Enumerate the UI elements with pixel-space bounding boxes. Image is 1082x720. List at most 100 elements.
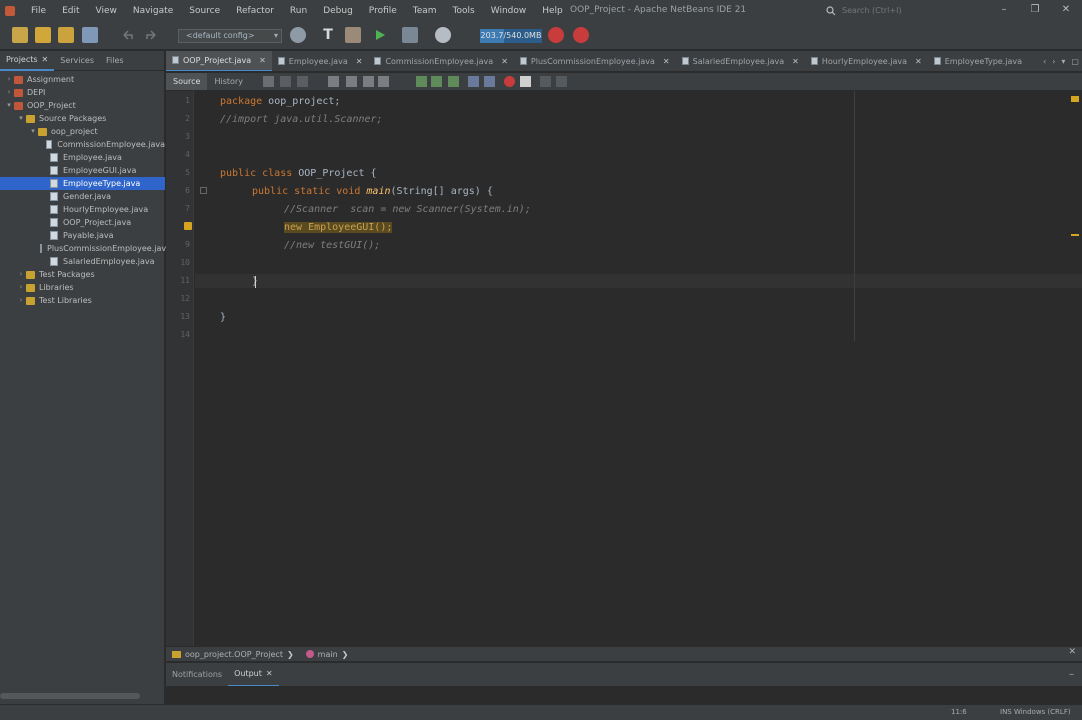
tree-item[interactable]: › DEPI [0, 86, 165, 99]
build-icon[interactable] [345, 27, 361, 43]
menu-item-file[interactable]: File [23, 6, 54, 16]
chevron-right-icon[interactable]: › [16, 268, 26, 281]
menu-item-team[interactable]: Team [405, 6, 445, 16]
menu-item-refactor[interactable]: Refactor [228, 6, 282, 16]
uncomment-icon[interactable] [556, 76, 567, 87]
back-icon[interactable] [280, 76, 291, 87]
tree-item[interactable]: ▾ OOP_Project [0, 99, 165, 112]
search-box[interactable] [826, 3, 942, 18]
chevron-right-icon[interactable]: › [16, 281, 26, 294]
find-selection-icon[interactable] [328, 76, 339, 87]
shift-right-icon[interactable] [484, 76, 495, 87]
scroll-right-icon[interactable]: › [1052, 57, 1055, 66]
close-icon[interactable]: ✕ [915, 57, 922, 66]
close-icon[interactable]: ✕ [663, 57, 670, 66]
undo-icon[interactable] [120, 27, 136, 43]
history-tab[interactable]: History [207, 73, 249, 90]
menu-item-debug[interactable]: Debug [315, 6, 361, 16]
next-bookmark-icon[interactable] [431, 76, 442, 87]
config-select[interactable]: <default config> ▾ [178, 29, 282, 43]
editor-tab[interactable]: SalariedEmployee.java ✕ [676, 51, 805, 71]
chevron-right-icon[interactable]: › [16, 294, 26, 307]
menu-item-edit[interactable]: Edit [54, 6, 87, 16]
editor-tab[interactable]: EmployeeType.java [928, 51, 1028, 71]
scroll-left-icon[interactable]: ‹ [1043, 57, 1046, 66]
breadcrumb-class[interactable]: oop_project.OOP_Project ❯ [166, 650, 300, 659]
caret-position[interactable]: 11:6 [951, 708, 967, 716]
find-next-icon[interactable] [363, 76, 374, 87]
tree-item[interactable]: SalariedEmployee.java [0, 255, 165, 268]
profile-icon[interactable] [435, 27, 451, 43]
chevron-down-icon[interactable]: ▾ [4, 99, 14, 112]
shift-left-icon[interactable] [468, 76, 479, 87]
new-project-icon[interactable] [35, 27, 51, 43]
close-icon[interactable]: ✕ [501, 57, 508, 66]
code-editor[interactable]: 1234567891011121314 package oop_project;… [166, 91, 1082, 646]
chevron-right-icon[interactable]: › [4, 86, 14, 99]
menu-item-profile[interactable]: Profile [361, 6, 405, 16]
error-stripe-status-icon[interactable] [1071, 96, 1079, 102]
tree-item[interactable]: HourlyEmployee.java [0, 203, 165, 216]
forward-icon[interactable] [297, 76, 308, 87]
close-icon[interactable]: ✕ [356, 57, 363, 66]
clean-build-icon[interactable]: T [320, 27, 336, 43]
stop-macro-icon[interactable] [520, 76, 531, 87]
tree-item[interactable]: PlusCommissionEmployee.java [0, 242, 171, 255]
minimize-panel-button[interactable]: – [1069, 669, 1074, 680]
tab-services[interactable]: Services [54, 51, 100, 71]
close-icon[interactable]: ✕ [1068, 647, 1076, 657]
menu-item-tools[interactable]: Tools [445, 6, 483, 16]
maximize-icon[interactable]: ▢ [1071, 57, 1079, 66]
close-icon[interactable]: ✕ [42, 55, 49, 64]
previous-bookmark-icon[interactable] [416, 76, 427, 87]
close-icon[interactable]: ✕ [792, 57, 799, 66]
tree-item[interactable]: CommissionEmployee.java [0, 138, 165, 151]
menu-item-navigate[interactable]: Navigate [125, 6, 181, 16]
close-icon[interactable]: ✕ [266, 669, 273, 678]
last-edit-icon[interactable] [263, 76, 274, 87]
tree-item[interactable]: › Test Libraries [0, 294, 165, 307]
debug-icon[interactable] [402, 27, 418, 43]
start-macro-icon[interactable] [504, 76, 515, 87]
restore-window-button[interactable]: ❐ [1026, 2, 1044, 18]
toggle-bookmark-icon[interactable] [448, 76, 459, 87]
tree-item[interactable]: ▾ oop_project [0, 125, 165, 138]
close-window-button[interactable]: ✕ [1057, 2, 1075, 18]
gc-icon[interactable] [548, 27, 564, 43]
memory-meter[interactable]: 203.7/540.0MB [480, 29, 542, 43]
tree-item[interactable]: Payable.java [0, 229, 165, 242]
menu-item-source[interactable]: Source [181, 6, 228, 16]
menu-item-help[interactable]: Help [534, 6, 571, 16]
editor-tab[interactable]: HourlyEmployee.java ✕ [805, 51, 928, 71]
tab-projects[interactable]: Projects ✕ [0, 51, 55, 71]
toggle-highlight-icon[interactable] [378, 76, 389, 87]
save-all-icon[interactable] [82, 27, 98, 43]
minimize-window-button[interactable]: – [995, 2, 1013, 18]
fold-icon[interactable] [200, 187, 207, 194]
warning-icon[interactable] [184, 222, 192, 230]
tab-list-icon[interactable]: ▾ [1061, 57, 1065, 66]
close-icon[interactable]: ✕ [259, 56, 266, 65]
run-icon[interactable] [372, 27, 388, 43]
chevron-right-icon[interactable]: › [4, 73, 14, 86]
tree-item[interactable]: Gender.java [0, 190, 165, 203]
editor-tab[interactable]: OOP_Project.java ✕ [166, 51, 272, 71]
profile-ide-icon[interactable] [573, 27, 589, 43]
tree-item[interactable]: › Test Packages [0, 268, 165, 281]
tree-item[interactable]: › Libraries [0, 281, 165, 294]
breadcrumb-method[interactable]: main ❯ [300, 650, 355, 659]
open-project-icon[interactable] [58, 27, 74, 43]
tab-files[interactable]: Files [100, 51, 130, 71]
source-tab[interactable]: Source [166, 73, 208, 90]
tree-item[interactable]: EmployeeGUI.java [0, 164, 165, 177]
new-file-icon[interactable] [12, 27, 28, 43]
tab-output[interactable]: Output ✕ [228, 663, 279, 687]
tree-item[interactable]: OOP_Project.java [0, 216, 165, 229]
comment-icon[interactable] [540, 76, 551, 87]
editor-tab[interactable]: Employee.java ✕ [272, 51, 369, 71]
menu-item-view[interactable]: View [88, 6, 125, 16]
chevron-down-icon[interactable]: ▾ [16, 112, 26, 125]
menu-item-window[interactable]: Window [483, 6, 535, 16]
menu-item-run[interactable]: Run [282, 6, 315, 16]
tree-item[interactable]: ▾ Source Packages [0, 112, 165, 125]
